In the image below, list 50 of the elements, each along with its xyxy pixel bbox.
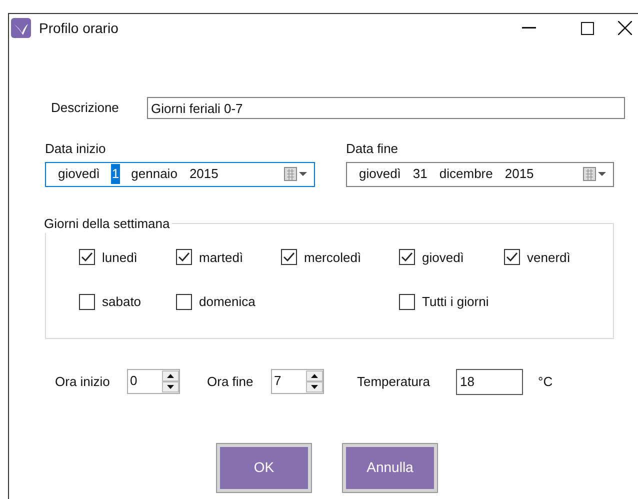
checkbox[interactable] bbox=[504, 249, 520, 266]
checkbox[interactable] bbox=[176, 249, 192, 266]
date-picker[interactable]: giovedì 31 dicembre 2015 bbox=[346, 162, 614, 186]
checkbox[interactable] bbox=[399, 294, 415, 310]
spin-value: 0 bbox=[129, 372, 138, 390]
date-segment[interactable]: gennaio bbox=[130, 164, 178, 184]
spin-arrows-icon[interactable] bbox=[162, 370, 179, 393]
checkbox-label: lunedì bbox=[102, 248, 138, 266]
date-segment[interactable]: 31 bbox=[412, 164, 428, 184]
field-label: Data fine bbox=[346, 140, 400, 158]
date-segment[interactable]: giovedì bbox=[57, 164, 101, 184]
field-label: Temperatura bbox=[357, 372, 431, 391]
dialog-button[interactable]: OK bbox=[217, 444, 311, 492]
checkbox-label: mercoledì bbox=[304, 248, 362, 266]
unit-label: °C bbox=[538, 372, 553, 391]
calendar-dropdown-icon bbox=[284, 167, 308, 181]
checkbox[interactable] bbox=[281, 249, 297, 266]
checkbox-label: domenica bbox=[199, 293, 256, 311]
date-picker[interactable]: giovedì 1 gennaio 2015 bbox=[45, 162, 315, 186]
checkbox-label: martedì bbox=[199, 248, 244, 266]
checkbox[interactable] bbox=[79, 294, 95, 310]
date-segment[interactable]: 2015 bbox=[504, 164, 535, 184]
calendar-dropdown-icon bbox=[583, 167, 607, 181]
field-label: Descrizione bbox=[51, 99, 120, 118]
app-icon bbox=[11, 18, 31, 38]
description-field[interactable]: Giorni feriali 0-7 bbox=[147, 97, 625, 119]
close-icon bbox=[618, 21, 632, 35]
spin-box[interactable]: 7 bbox=[271, 369, 324, 394]
date-segment[interactable]: 1 bbox=[110, 164, 120, 184]
field-label: Ora fine bbox=[207, 372, 254, 391]
window-title: Profilo orario bbox=[39, 18, 118, 38]
checkbox-label: Tutti i giorni bbox=[422, 293, 489, 311]
checkbox-label: venerdì bbox=[527, 248, 570, 266]
minimize-icon bbox=[522, 27, 536, 29]
spin-box[interactable]: 0 bbox=[127, 369, 180, 394]
dialog-button[interactable]: Annulla bbox=[343, 444, 437, 492]
checkbox[interactable] bbox=[176, 294, 192, 310]
temperature-field[interactable]: 18 bbox=[456, 368, 523, 394]
checkbox-label: sabato bbox=[102, 293, 142, 311]
field-label: Ora inizio bbox=[55, 372, 111, 391]
date-segment[interactable]: 2015 bbox=[188, 164, 220, 184]
maximize-icon bbox=[580, 22, 594, 34]
checkbox[interactable] bbox=[79, 249, 95, 266]
checkbox-label: giovedì bbox=[422, 248, 464, 267]
date-segment[interactable]: dicembre bbox=[438, 164, 494, 184]
spin-arrows-icon[interactable] bbox=[306, 370, 323, 393]
spin-value: 7 bbox=[273, 372, 282, 390]
date-segment[interactable]: giovedì bbox=[358, 164, 402, 184]
field-label: Data inizio bbox=[45, 140, 107, 158]
checkbox[interactable] bbox=[399, 249, 415, 266]
